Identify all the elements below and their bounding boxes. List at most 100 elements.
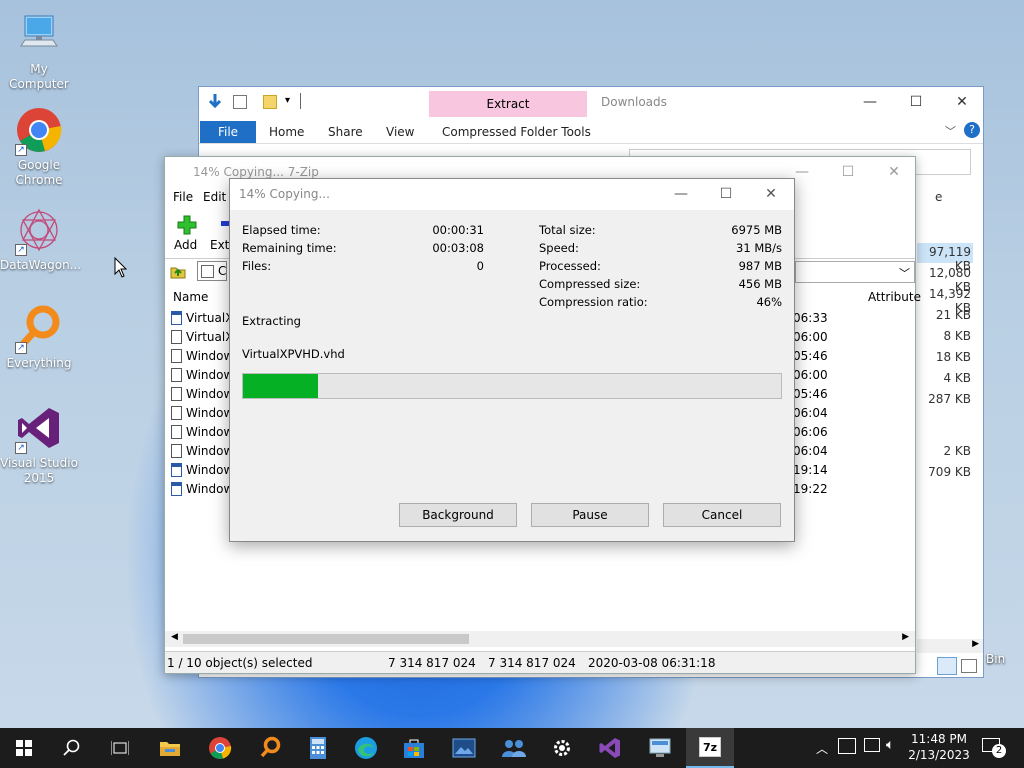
- taskbar-remote-desktop[interactable]: [636, 728, 684, 768]
- notification-center-button[interactable]: 2: [982, 738, 1006, 758]
- people-icon: [502, 740, 526, 757]
- taskbar-visual-studio[interactable]: [586, 728, 634, 768]
- taskbar-chrome[interactable]: [196, 728, 244, 768]
- recycle-bin-label[interactable]: Bin: [986, 652, 1005, 666]
- menu-edit[interactable]: Edit: [203, 190, 226, 204]
- file-name: Window: [186, 463, 231, 477]
- tray-overflow-icon[interactable]: ︿: [816, 740, 828, 757]
- large-icons-view-icon[interactable]: [961, 659, 977, 673]
- background-button[interactable]: Background: [399, 503, 517, 527]
- size-cell: 709 KB: [928, 465, 971, 479]
- remote-desktop-icon: [649, 738, 671, 757]
- maximize-button[interactable]: ☐: [703, 179, 749, 209]
- column-header-name[interactable]: Name: [173, 290, 208, 304]
- scroll-left-icon[interactable]: ◀: [171, 632, 178, 642]
- details-view-icon[interactable]: [937, 657, 957, 675]
- modified-time-cell: 19:14: [793, 463, 828, 477]
- desktop-icon-label: Everything: [6, 356, 72, 370]
- progress-bar: [242, 373, 782, 399]
- modified-time-cell: 06:06: [793, 425, 828, 439]
- speed-value: 31 MB/s: [736, 241, 782, 255]
- taskbar-calculator[interactable]: [294, 728, 342, 768]
- column-header-attributes[interactable]: Attribute: [868, 290, 921, 304]
- windows-logo-icon: [16, 740, 32, 756]
- cancel-button[interactable]: Cancel: [663, 503, 781, 527]
- quick-access-toolbar: ▾ Extract Downloads — ☐ ✕: [199, 87, 983, 119]
- file-name-cell: Window: [171, 385, 231, 404]
- close-button[interactable]: ✕: [871, 157, 917, 187]
- add-plus-icon[interactable]: [177, 215, 197, 235]
- copy-progress-dialog[interactable]: 14% Copying... — ☐ ✕ Elapsed time: Remai…: [229, 178, 795, 542]
- desktop-icon-everything[interactable]: ↗ Everything: [0, 304, 78, 371]
- taskbar-photos[interactable]: [440, 728, 488, 768]
- horizontal-scrollbar[interactable]: ▶: [917, 639, 983, 653]
- processed-label: Processed:: [539, 259, 601, 273]
- folder-up-icon[interactable]: [169, 262, 187, 280]
- desktop-icon-datawagon[interactable]: ↗ DataWagon...: [0, 206, 82, 273]
- shortcut-arrow-icon: ↗: [15, 244, 27, 256]
- status-packed-size: 7 314 817 024: [488, 656, 576, 670]
- maximize-button[interactable]: ☐: [893, 87, 939, 117]
- total-size-label: Total size:: [539, 223, 596, 237]
- horizontal-scrollbar[interactable]: ◀ ▶: [165, 631, 915, 647]
- taskbar: 7z ︿ 🔈︎ 11:48 PM 2/13/2023 2: [0, 728, 1024, 768]
- path-combobox[interactable]: C: [197, 261, 227, 281]
- calculator-icon: [310, 737, 326, 759]
- close-button[interactable]: ✕: [748, 179, 794, 209]
- current-file-name: VirtualXPVHD.vhd: [242, 347, 345, 361]
- close-button[interactable]: ✕: [939, 87, 985, 117]
- file-icon: [171, 368, 182, 382]
- ribbon-expand-icon[interactable]: ﹀: [945, 123, 956, 139]
- task-view-button[interactable]: [96, 728, 144, 768]
- help-icon[interactable]: ?: [964, 122, 980, 138]
- start-button[interactable]: [0, 728, 48, 768]
- taskbar-7zip[interactable]: 7z: [686, 728, 734, 768]
- contextual-tab-extract[interactable]: Extract: [429, 91, 587, 117]
- file-name: Window: [186, 425, 231, 439]
- scroll-thumb[interactable]: [183, 634, 469, 644]
- tab-home[interactable]: Home: [269, 121, 304, 143]
- qat-divider: [300, 93, 301, 109]
- pause-button[interactable]: Pause: [531, 503, 649, 527]
- properties-checkbox-icon[interactable]: [233, 95, 247, 109]
- scroll-right-icon[interactable]: ▶: [902, 632, 909, 642]
- minimize-button[interactable]: —: [658, 179, 704, 209]
- taskbar-everything[interactable]: [246, 728, 294, 768]
- path-text: C: [218, 264, 227, 278]
- desktop-icon-label: DataWagon...: [0, 258, 82, 272]
- tab-view[interactable]: View: [386, 121, 414, 143]
- taskbar-settings[interactable]: [538, 728, 586, 768]
- path-dropdown[interactable]: ﹀: [795, 261, 915, 283]
- clock[interactable]: 11:48 PM 2/13/2023: [908, 731, 970, 763]
- files-label: Files:: [242, 259, 272, 273]
- tab-file[interactable]: File: [200, 121, 256, 143]
- network-icon[interactable]: [864, 738, 880, 752]
- taskbar-file-explorer[interactable]: [146, 728, 194, 768]
- desktop-icon-visual-studio[interactable]: ↗ Visual Studio 2015: [0, 404, 78, 486]
- desktop-icon-google-chrome[interactable]: ↗ Google Chrome: [0, 106, 78, 188]
- toolbar-add-label[interactable]: Add: [174, 238, 197, 252]
- column-header-partial: e: [935, 190, 943, 204]
- search-button[interactable]: [48, 728, 96, 768]
- volume-icon[interactable]: 🔈︎: [886, 737, 894, 753]
- file-name-cell: VirtualX: [171, 309, 231, 328]
- desktop-icon-my-computer[interactable]: My Computer: [0, 10, 78, 92]
- qat-dropdown-icon[interactable]: ▾: [285, 95, 290, 106]
- maximize-button[interactable]: ☐: [825, 157, 871, 187]
- security-icon[interactable]: [838, 738, 856, 754]
- taskbar-people[interactable]: [490, 728, 538, 768]
- tab-share[interactable]: Share: [328, 121, 363, 143]
- download-arrow-icon[interactable]: [207, 93, 223, 111]
- tab-compressed-folder-tools[interactable]: Compressed Folder Tools: [442, 121, 591, 143]
- clock-date: 2/13/2023: [908, 748, 970, 762]
- new-folder-icon[interactable]: [263, 95, 277, 109]
- modified-time-cell: 06:00: [793, 330, 828, 344]
- size-cell: 8 KB: [943, 329, 971, 343]
- taskbar-edge[interactable]: [342, 728, 390, 768]
- taskbar-store[interactable]: [390, 728, 438, 768]
- status-selected: 1 / 10 object(s) selected: [167, 656, 313, 670]
- path-box-icon: [201, 265, 214, 278]
- minimize-button[interactable]: —: [847, 87, 893, 117]
- magnifier-icon: [260, 736, 281, 758]
- menu-file[interactable]: File: [173, 190, 193, 204]
